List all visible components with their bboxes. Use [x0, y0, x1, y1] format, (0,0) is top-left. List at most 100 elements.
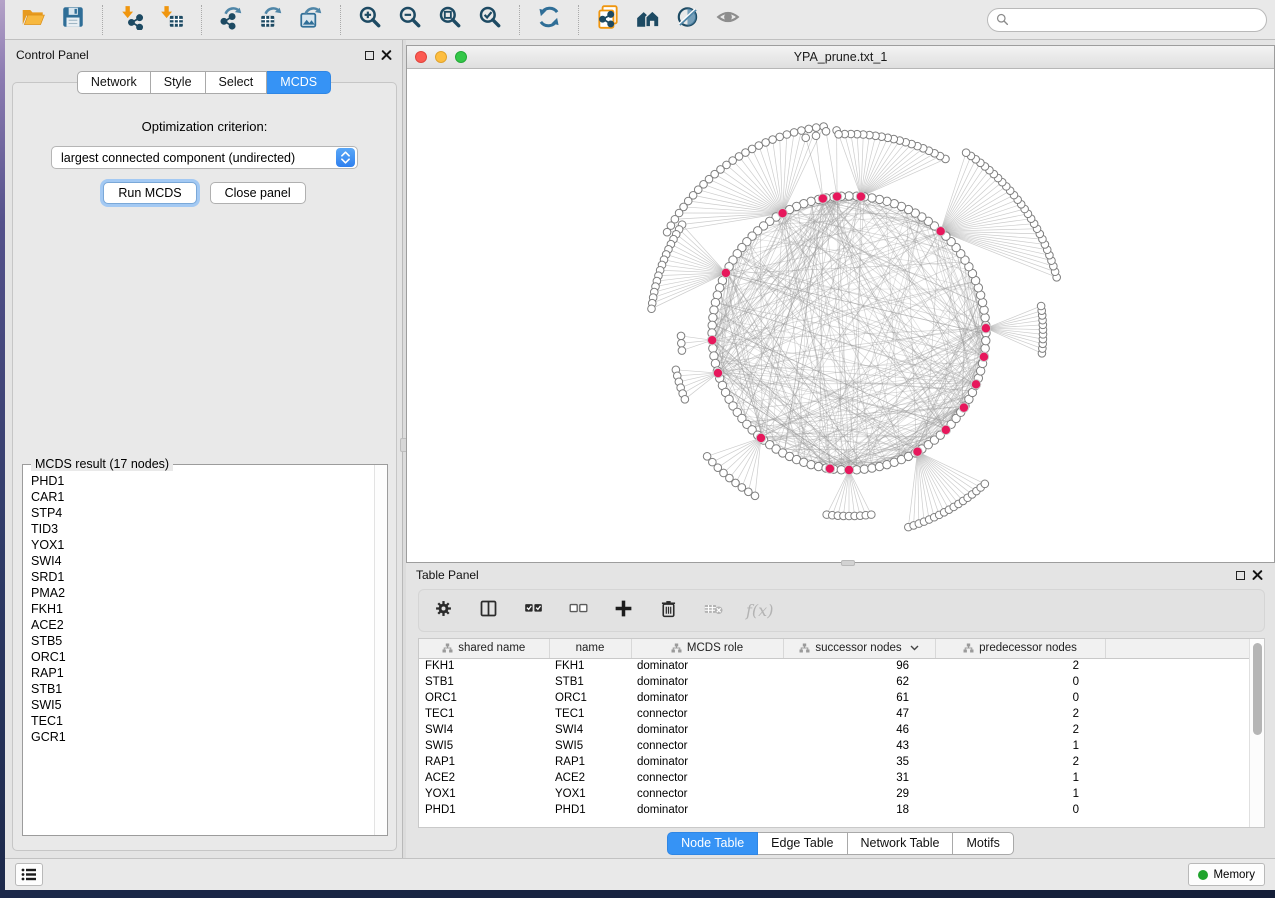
tab-node-table[interactable]: Node Table — [667, 832, 758, 855]
table-row[interactable]: ORC1ORC1dominator610 — [419, 690, 1249, 706]
table-row[interactable]: SWI4SWI4dominator462 — [419, 722, 1249, 738]
close-panel-icon[interactable] — [381, 50, 392, 61]
result-node-item[interactable]: STB1 — [31, 681, 374, 697]
result-node-item[interactable]: PHD1 — [31, 473, 374, 489]
cell: YOX1 — [419, 786, 549, 802]
network-canvas[interactable] — [407, 69, 1274, 562]
tab-edge-table[interactable]: Edge Table — [758, 832, 847, 855]
column-label: MCDS role — [687, 642, 743, 654]
column-header-name[interactable]: name — [549, 639, 631, 658]
result-node-item[interactable]: TID3 — [31, 521, 374, 537]
mcds-result-list[interactable]: PHD1CAR1STP4TID3YOX1SWI4SRD1PMA2FKH1ACE2… — [23, 465, 374, 835]
import-network-icon — [119, 4, 145, 35]
result-node-item[interactable]: PMA2 — [31, 585, 374, 601]
cell: STB1 — [419, 674, 549, 690]
tab-mcds[interactable]: MCDS — [267, 71, 331, 94]
delete-column-button[interactable] — [656, 599, 680, 623]
column-header-shared-name[interactable]: shared name — [419, 639, 549, 658]
table-row[interactable]: YOX1YOX1connector291 — [419, 786, 1249, 802]
result-node-item[interactable]: SRD1 — [31, 569, 374, 585]
task-history-button[interactable] — [15, 863, 43, 886]
cell: dominator — [631, 674, 783, 690]
table-row[interactable]: PHD1PHD1dominator180 — [419, 802, 1249, 818]
network-graph[interactable] — [407, 69, 1273, 562]
export-image-button[interactable] — [291, 3, 331, 37]
result-node-item[interactable]: GCR1 — [31, 729, 374, 745]
memory-button[interactable]: Memory — [1188, 863, 1265, 886]
cell-filler — [1105, 658, 1249, 674]
settings-gear-button[interactable] — [431, 599, 455, 623]
zoom-in-icon — [357, 4, 383, 35]
run-mcds-button[interactable]: Run MCDS — [103, 182, 196, 204]
float-table-panel-icon[interactable] — [1236, 571, 1245, 580]
open-folder-button[interactable] — [13, 3, 53, 37]
result-scrollbar[interactable] — [374, 465, 387, 835]
close-table-panel-icon[interactable] — [1252, 570, 1263, 581]
column-type-icon — [963, 643, 974, 653]
cell: YOX1 — [549, 786, 631, 802]
columns-button[interactable] — [476, 599, 500, 623]
zoom-out-button[interactable] — [390, 3, 430, 37]
search-box[interactable] — [987, 8, 1267, 32]
table-row[interactable]: SWI5SWI5connector431 — [419, 738, 1249, 754]
eye-button[interactable] — [708, 3, 748, 37]
result-node-item[interactable]: YOX1 — [31, 537, 374, 553]
result-node-item[interactable]: ORC1 — [31, 649, 374, 665]
import-network-button[interactable] — [112, 3, 152, 37]
houses-button[interactable] — [628, 3, 668, 37]
export-table-button[interactable] — [251, 3, 291, 37]
close-panel-button[interactable]: Close panel — [210, 182, 306, 204]
result-node-item[interactable]: STP4 — [31, 505, 374, 521]
table-row[interactable]: FKH1FKH1dominator962 — [419, 658, 1249, 674]
table-row[interactable]: STB1STB1dominator620 — [419, 674, 1249, 690]
import-table-button[interactable] — [152, 3, 192, 37]
refresh-button[interactable] — [529, 3, 569, 37]
deselect-all-button[interactable] — [566, 599, 590, 623]
select-all-button[interactable] — [521, 599, 545, 623]
memory-label: Memory — [1213, 869, 1255, 881]
float-panel-icon[interactable] — [365, 51, 374, 60]
result-node-item[interactable]: TEC1 — [31, 713, 374, 729]
column-header-MCDS-role[interactable]: MCDS role — [631, 639, 783, 658]
result-node-item[interactable]: ACE2 — [31, 617, 374, 633]
cell: 1 — [935, 786, 1105, 802]
result-node-item[interactable]: CAR1 — [31, 489, 374, 505]
result-node-item[interactable]: RAP1 — [31, 665, 374, 681]
add-column-button[interactable] — [611, 599, 635, 623]
result-node-item[interactable]: SWI4 — [31, 553, 374, 569]
network-file-button[interactable] — [588, 3, 628, 37]
result-node-item[interactable]: STB5 — [31, 633, 374, 649]
result-node-item[interactable]: FKH1 — [31, 601, 374, 617]
cell: SWI4 — [419, 722, 549, 738]
tab-motifs[interactable]: Motifs — [953, 832, 1013, 855]
search-icon — [996, 13, 1009, 26]
table-scrollbar[interactable] — [1249, 639, 1264, 827]
cell: TEC1 — [419, 706, 549, 722]
table-row[interactable]: TEC1TEC1connector472 — [419, 706, 1249, 722]
tab-style[interactable]: Style — [151, 71, 206, 94]
column-header-successor-nodes[interactable]: successor nodes — [783, 639, 935, 658]
tab-select[interactable]: Select — [206, 71, 268, 94]
zoom-selected-icon — [477, 4, 503, 35]
zoom-in-button[interactable] — [350, 3, 390, 37]
criterion-dropdown[interactable]: largest connected component (undirected) — [51, 146, 358, 169]
network-titlebar[interactable]: YPA_prune.txt_1 — [407, 46, 1274, 69]
cell: dominator — [631, 802, 783, 818]
result-node-item[interactable]: SWI5 — [31, 697, 374, 713]
export-network-button[interactable] — [211, 3, 251, 37]
save-button[interactable] — [53, 3, 93, 37]
table-row[interactable]: ACE2ACE2connector311 — [419, 770, 1249, 786]
table-scrollbar-thumb[interactable] — [1253, 643, 1262, 735]
tab-network-table[interactable]: Network Table — [848, 832, 954, 855]
tab-network[interactable]: Network — [77, 71, 151, 94]
show-hide-details-button[interactable] — [668, 3, 708, 37]
column-header-predecessor-nodes[interactable]: predecessor nodes — [935, 639, 1105, 658]
horizontal-splitter-grip[interactable] — [841, 560, 855, 566]
zoom-selected-button[interactable] — [470, 3, 510, 37]
zoom-fit-button[interactable] — [430, 3, 470, 37]
columns-icon — [478, 598, 499, 624]
table-row[interactable]: RAP1RAP1dominator352 — [419, 754, 1249, 770]
search-input[interactable] — [1014, 13, 1258, 27]
import-table-icon — [159, 4, 185, 35]
function-builder-icon[interactable]: f(x) — [746, 601, 773, 620]
